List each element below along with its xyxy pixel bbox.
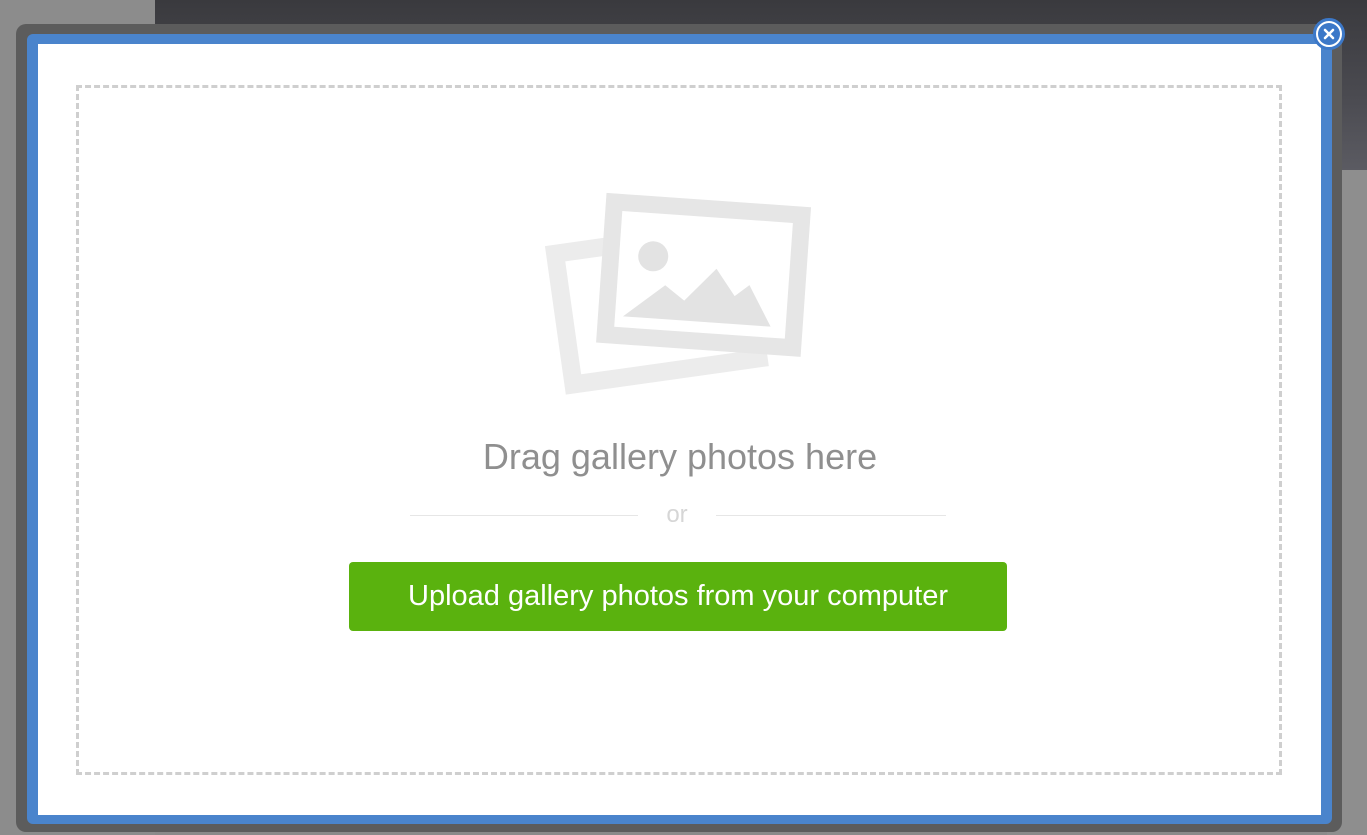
or-separator: or [666, 501, 688, 528]
drag-instructions: Drag gallery photos here [482, 436, 878, 477]
close-icon [1318, 23, 1340, 45]
photos-icon [545, 192, 812, 395]
or-divider-left [410, 515, 638, 516]
upload-photos-button[interactable]: Upload gallery photos from your computer [349, 562, 1007, 631]
close-modal-button[interactable] [1313, 18, 1345, 50]
or-divider-right [716, 515, 946, 516]
photo-dropzone[interactable] [76, 85, 1282, 775]
